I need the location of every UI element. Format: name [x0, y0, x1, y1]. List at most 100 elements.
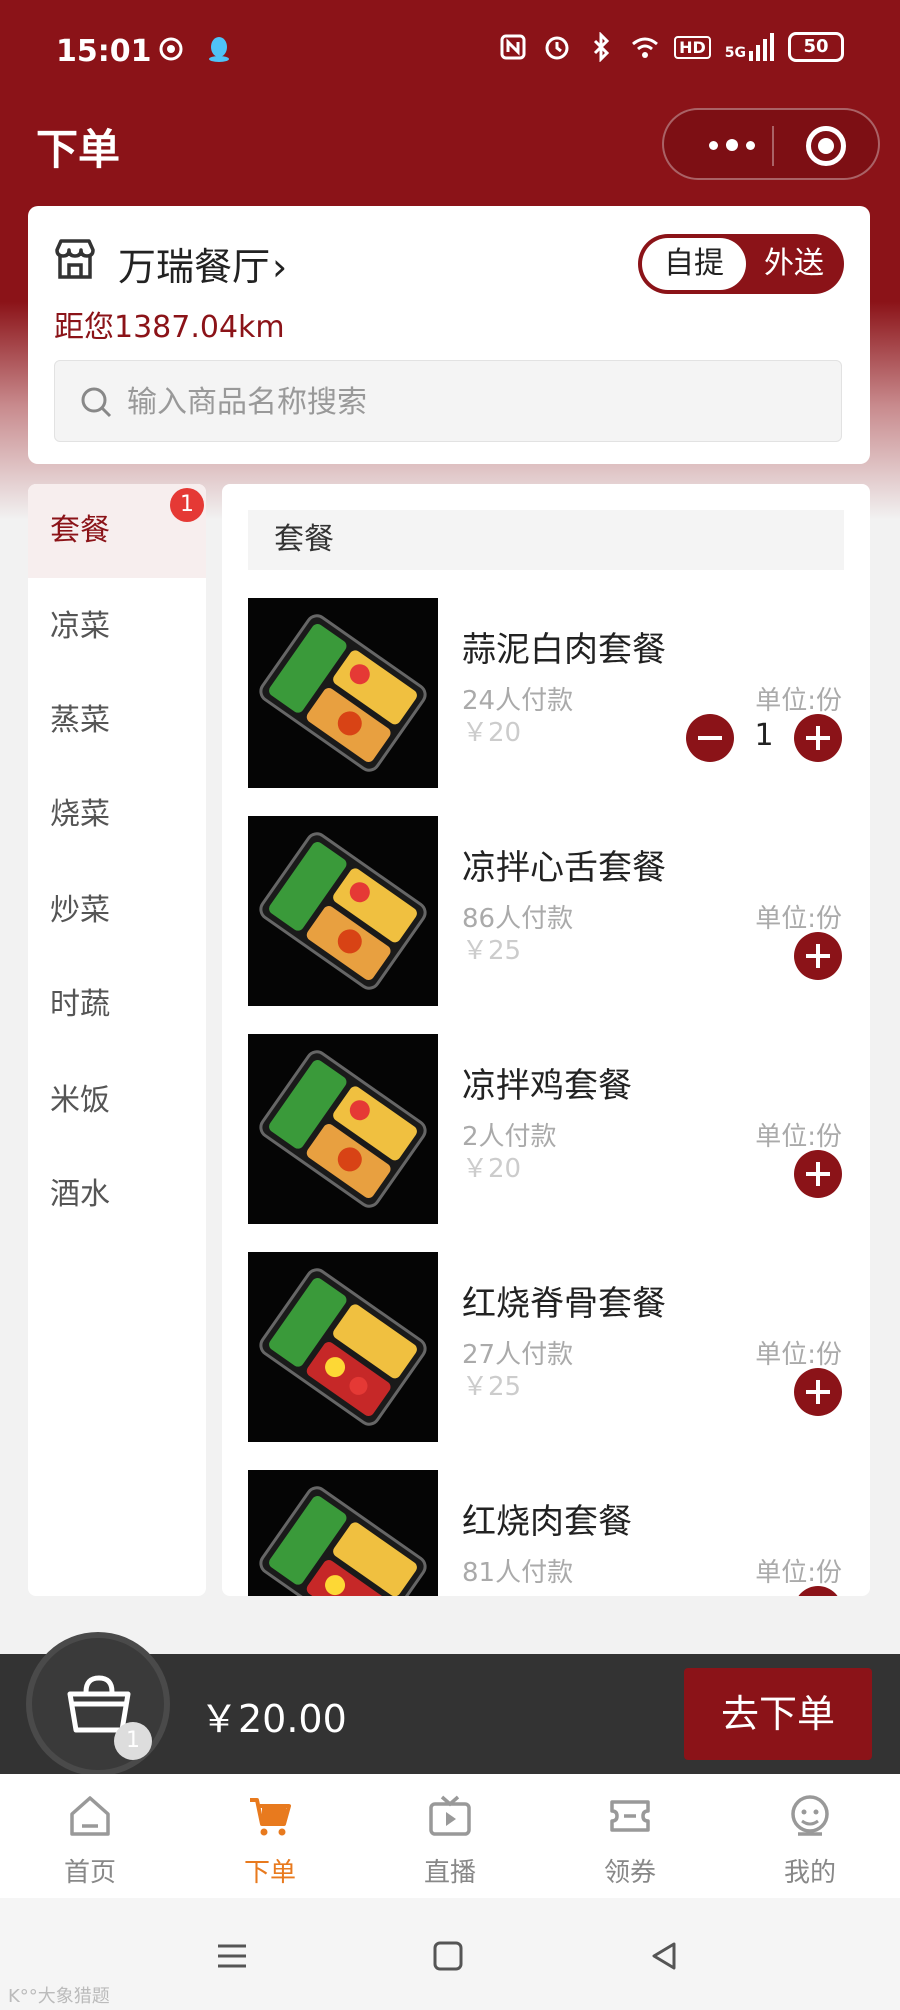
product-panel: 套餐 蒜泥白肉套餐 24人付款 ￥20 单位:份 1 凉拌心舌套餐 86人付款 … — [222, 484, 870, 1596]
product-image[interactable] — [248, 1470, 438, 1596]
chevron-right-icon: › — [272, 245, 288, 289]
cart-icon — [250, 1798, 291, 1836]
meal-box-image — [259, 1486, 427, 1596]
delivery-mode-toggle: 自提 外送 — [638, 234, 844, 294]
meal-box-image — [259, 614, 427, 772]
store-name: 万瑞餐厅 — [118, 245, 271, 289]
search-input[interactable] — [127, 379, 817, 425]
hd-icon: HD — [674, 35, 711, 59]
battery-indicator: 50 — [788, 32, 844, 62]
product-name: 红烧脊骨套餐 — [462, 1284, 666, 1324]
product-item[interactable]: 凉拌鸡套餐 2人付款 ￥20 单位:份 — [248, 1034, 844, 1224]
home-square-icon[interactable] — [428, 1936, 468, 1976]
watermark: K°°大象猎题 — [8, 1986, 110, 2007]
store-distance: 距您1387.04km — [54, 310, 285, 345]
search-box — [54, 360, 842, 442]
product-unit: 单位:份 — [755, 1122, 842, 1152]
product-price: ￥20 — [462, 718, 522, 748]
wifi-icon — [632, 37, 659, 58]
back-triangle-icon[interactable] — [644, 1936, 684, 1976]
netease-icon — [159, 37, 183, 61]
product-price: ￥25 — [462, 1372, 522, 1402]
status-bar: 15:01 HD 5G 50 — [0, 0, 900, 100]
cart-button[interactable]: 1 — [26, 1632, 170, 1776]
category-item-cold-dishes[interactable]: 凉菜 — [28, 580, 206, 674]
checkout-button[interactable]: 去下单 — [684, 1668, 872, 1760]
tab-coupons[interactable]: 领券 — [540, 1774, 720, 1898]
add-to-cart-button[interactable] — [794, 1368, 842, 1416]
product-image[interactable] — [248, 598, 438, 788]
category-item-steamed[interactable]: 蒸菜 — [28, 674, 206, 768]
product-name: 凉拌心舌套餐 — [462, 848, 666, 888]
search-icon — [81, 387, 112, 418]
category-sidebar: 套餐 凉菜 蒸菜 烧菜 炒菜 时蔬 米饭 酒水 — [28, 484, 206, 1596]
product-name: 凉拌鸡套餐 — [462, 1066, 632, 1106]
category-item-vegetables[interactable]: 时蔬 — [28, 958, 206, 1052]
product-image[interactable] — [248, 1252, 438, 1442]
product-image[interactable] — [248, 816, 438, 1006]
more-menu-icon[interactable] — [702, 132, 762, 158]
product-item[interactable]: 蒜泥白肉套餐 24人付款 ￥20 单位:份 1 — [248, 598, 844, 788]
tv-icon — [429, 1795, 471, 1836]
product-image[interactable] — [248, 1034, 438, 1224]
page-title: 下单 — [36, 125, 121, 174]
ticket-icon — [610, 1800, 650, 1832]
close-miniprogram-icon[interactable] — [806, 126, 846, 166]
product-unit: 单位:份 — [755, 686, 842, 716]
product-name: 红烧肉套餐 — [462, 1502, 632, 1542]
tab-label: 下单 — [243, 1858, 296, 1888]
store-name-link[interactable]: 万瑞餐厅› — [118, 236, 287, 291]
category-item-stir-fry[interactable]: 炒菜 — [28, 864, 206, 958]
tab-label: 我的 — [783, 1858, 836, 1888]
add-to-cart-button[interactable] — [794, 932, 842, 980]
bottom-tab-bar: 首页 下单 直播 领券 我的 — [0, 1774, 900, 1898]
signal-label: 5G — [724, 45, 746, 61]
cart-count-badge: 1 — [114, 1722, 152, 1760]
meal-box-image — [259, 1050, 427, 1208]
tab-label: 首页 — [63, 1858, 116, 1888]
5g-signal-icon: 5G — [725, 33, 774, 61]
pickup-option[interactable]: 自提 — [642, 238, 746, 290]
tab-order[interactable]: 下单 — [180, 1774, 360, 1898]
tab-label: 直播 — [423, 1858, 476, 1888]
miniprogram-capsule — [662, 108, 880, 180]
category-item-drinks[interactable]: 酒水 — [28, 1148, 206, 1242]
product-item[interactable]: 红烧脊骨套餐 27人付款 ￥25 单位:份 — [248, 1252, 844, 1442]
status-left-icons — [156, 34, 234, 64]
store-icon — [55, 239, 95, 279]
section-title: 套餐 — [248, 510, 844, 570]
tab-label: 领券 — [603, 1858, 656, 1888]
profile-icon — [791, 1795, 829, 1836]
cart-total: ￥20.00 — [200, 1697, 347, 1741]
system-navigation-bar — [0, 1898, 900, 2010]
product-unit: 单位:份 — [755, 904, 842, 934]
product-sales: 81人付款 — [462, 1558, 574, 1588]
qq-icon — [209, 37, 229, 62]
product-price: ￥20 — [462, 1154, 522, 1184]
product-price: ￥25 — [462, 936, 522, 966]
product-name: 蒜泥白肉套餐 — [462, 630, 666, 670]
meal-box-image — [259, 832, 427, 990]
alarm-icon — [545, 36, 569, 60]
home-icon — [70, 1796, 110, 1836]
category-item-braised[interactable]: 烧菜 — [28, 768, 206, 862]
tab-live[interactable]: 直播 — [360, 1774, 540, 1898]
product-unit: 单位:份 — [755, 1340, 842, 1370]
category-item-rice[interactable]: 米饭 — [28, 1054, 206, 1148]
tab-profile[interactable]: 我的 — [720, 1774, 900, 1898]
category-count-badge: 1 — [170, 488, 204, 522]
delivery-option[interactable]: 外送 — [748, 238, 840, 290]
increase-quantity-button[interactable] — [794, 714, 842, 762]
product-item[interactable]: 红烧肉套餐 81人付款 单位:份 — [248, 1470, 844, 1596]
tab-home[interactable]: 首页 — [0, 1774, 180, 1898]
product-item[interactable]: 凉拌心舌套餐 86人付款 ￥25 单位:份 — [248, 816, 844, 1006]
capsule-divider — [772, 126, 774, 166]
status-right-icons: HD 5G 50 — [498, 32, 844, 62]
add-to-cart-button[interactable] — [794, 1150, 842, 1198]
nfc-icon — [500, 34, 526, 60]
bluetooth-icon — [594, 32, 610, 62]
decrease-quantity-button[interactable] — [686, 714, 734, 762]
menu-icon[interactable] — [212, 1936, 252, 1976]
store-card: 万瑞餐厅› 距您1387.04km 自提 外送 — [28, 206, 870, 464]
meal-box-image — [259, 1268, 427, 1426]
